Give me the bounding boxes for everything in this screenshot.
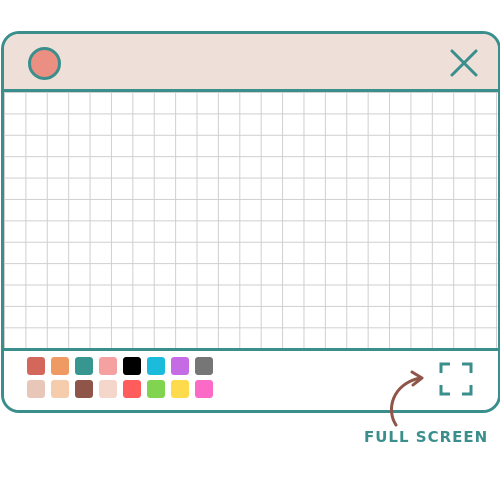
fullscreen-icon[interactable]: [438, 361, 474, 397]
color-swatch[interactable]: [147, 357, 165, 375]
color-swatch[interactable]: [147, 380, 165, 398]
color-swatch[interactable]: [51, 380, 69, 398]
color-swatch[interactable]: [99, 380, 117, 398]
color-swatch[interactable]: [99, 357, 117, 375]
color-swatch[interactable]: [123, 357, 141, 375]
color-swatch[interactable]: [51, 357, 69, 375]
color-palette: [27, 357, 213, 398]
color-swatch[interactable]: [123, 380, 141, 398]
color-swatch[interactable]: [171, 357, 189, 375]
fullscreen-label: FULL SCREEN: [364, 428, 489, 446]
paint-window: [1, 31, 500, 413]
color-swatch[interactable]: [27, 380, 45, 398]
pointer-arrow-icon: [390, 370, 424, 427]
title-bar: [4, 34, 498, 92]
close-icon[interactable]: [448, 47, 480, 79]
drawing-grid-canvas[interactable]: [4, 92, 498, 348]
color-swatch[interactable]: [195, 357, 213, 375]
color-swatch[interactable]: [195, 380, 213, 398]
window-dot-icon[interactable]: [28, 47, 61, 80]
color-swatch[interactable]: [171, 380, 189, 398]
color-swatch[interactable]: [75, 357, 93, 375]
color-swatch[interactable]: [75, 380, 93, 398]
color-swatch[interactable]: [27, 357, 45, 375]
